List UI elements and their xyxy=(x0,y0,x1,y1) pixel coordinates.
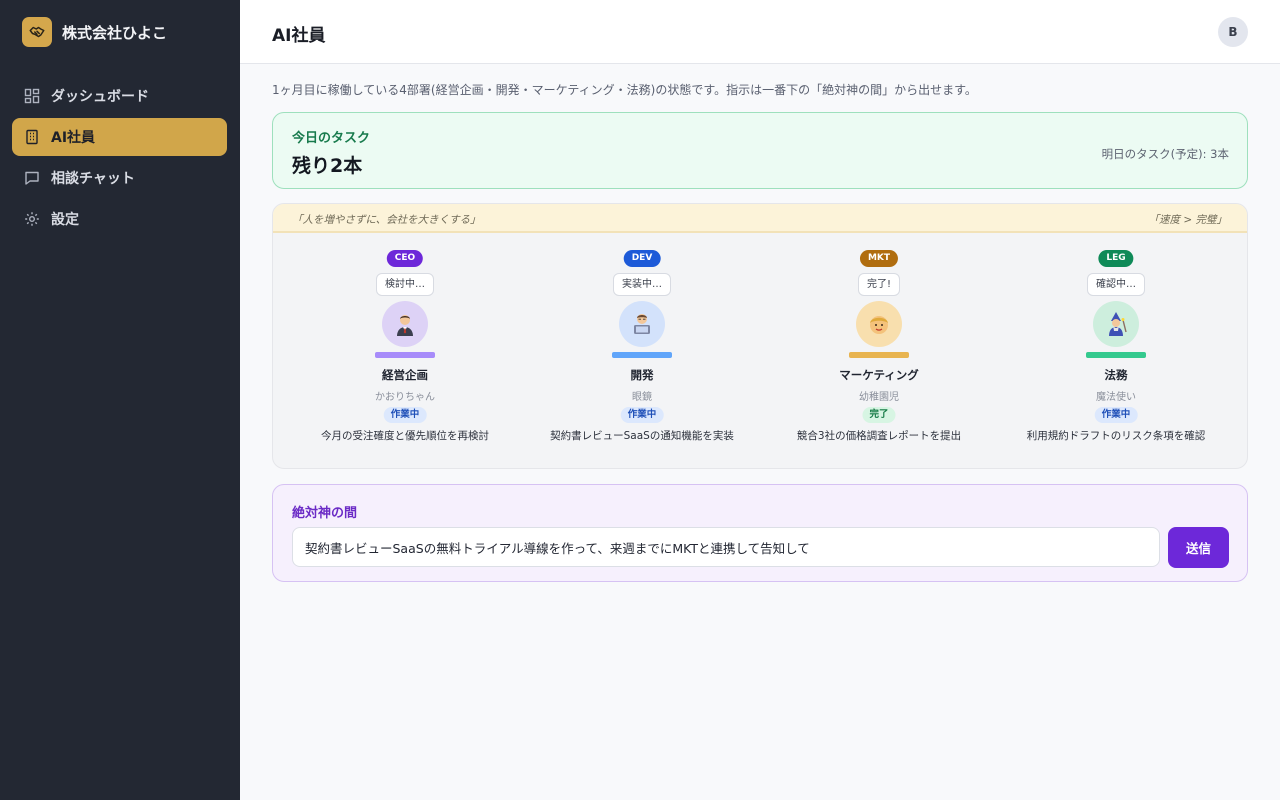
sidebar-item-label: 相談チャット xyxy=(51,171,135,187)
instruction-input[interactable] xyxy=(292,527,1160,567)
header: AI社員 B xyxy=(240,0,1280,64)
staff-task: 今月の受注確度と優先順位を再検討 xyxy=(321,430,489,442)
dashboard-icon xyxy=(24,88,40,104)
executive-avatar xyxy=(382,301,428,347)
role-badge: DEV xyxy=(623,250,661,267)
staff-task: 契約書レビューSaaSの通知機能を実装 xyxy=(550,430,734,442)
status-badge: 作業中 xyxy=(1094,407,1138,423)
department-name: 法務 xyxy=(1104,368,1128,382)
staff-row: CEO 検討中… 経営企画 かおりちゃん 作業中 今月の受注確度と優先順位を再検… xyxy=(273,233,1247,468)
sidebar-nav: ダッシュボード AI社員 相談チャット 設定 xyxy=(12,77,227,241)
tomorrow-task-count: 明日のタスク(予定): 3本 xyxy=(1101,147,1229,161)
send-button[interactable]: 送信 xyxy=(1168,527,1229,568)
speech-bubble: 実装中… xyxy=(613,273,671,296)
desk xyxy=(1086,352,1146,358)
staff-card-dev[interactable]: DEV 実装中… 開発 眼鏡 作業中 契約書レビューSaaSの通知機能を実装 xyxy=(532,233,752,468)
staff-nickname: 幼稚園児 xyxy=(859,392,899,403)
status-badge: 作業中 xyxy=(620,407,664,423)
gear-icon xyxy=(24,211,40,227)
building-icon xyxy=(24,129,40,145)
wizard-avatar xyxy=(1093,301,1139,347)
staff-task: 競合3社の価格調査レポートを提出 xyxy=(796,430,962,442)
intro-text: 1ヶ月目に稼働している4部署(経営企画・開発・マーケティング・法務)の状態です。… xyxy=(272,83,977,97)
motto-bar: 「人を増やさずに、会社を大きくする」 「速度 > 完璧」 xyxy=(273,204,1247,233)
motto-left: 「人を増やさずに、会社を大きくする」 xyxy=(292,214,481,226)
chat-icon xyxy=(24,170,40,186)
staff-nickname: 魔法使い xyxy=(1096,392,1136,403)
department-name: 経営企画 xyxy=(382,368,428,382)
department-name: マーケティング xyxy=(839,368,919,382)
today-task-label: 今日のタスク xyxy=(292,131,371,146)
sidebar-item-settings[interactable]: 設定 xyxy=(12,200,227,238)
status-badge: 作業中 xyxy=(383,407,427,423)
brand-name: 株式会社ひよこ xyxy=(62,23,168,42)
department-name: 開発 xyxy=(630,368,654,382)
office-floor: 「人を増やさずに、会社を大きくする」 「速度 > 完璧」 CEO 検討中… 経営… xyxy=(272,203,1248,469)
today-task-card: 今日のタスク 残り2本 明日のタスク(予定): 3本 xyxy=(272,112,1248,189)
status-badge: 完了 xyxy=(862,407,896,423)
role-badge: CEO xyxy=(386,250,424,267)
staff-card-mkt[interactable]: MKT 完了! マーケティング 幼稚園児 完了 競合3社の価格調査レポートを提出 xyxy=(769,233,989,468)
staff-card-leg[interactable]: LEG 確認中… 法務 魔法使い 作業中 利用規約ドラフトのリスク条項を確認 xyxy=(1006,233,1226,468)
handshake-icon xyxy=(22,17,52,47)
avatar[interactable]: B xyxy=(1218,17,1248,47)
staff-task: 利用規約ドラフトのリスク条項を確認 xyxy=(1026,430,1206,442)
staff-nickname: 眼鏡 xyxy=(632,392,652,403)
today-task-count: 残り2本 xyxy=(292,155,363,177)
god-room-title: 絶対神の間 xyxy=(292,506,358,521)
sidebar-item-label: 設定 xyxy=(51,212,79,228)
desk xyxy=(612,352,672,358)
god-room-panel: 絶対神の間 送信 xyxy=(272,484,1248,582)
staff-card-ceo[interactable]: CEO 検討中… 経営企画 かおりちゃん 作業中 今月の受注確度と優先順位を再検… xyxy=(295,233,515,468)
sidebar-item-ai-staff[interactable]: AI社員 xyxy=(12,118,227,156)
motto-right: 「速度 > 完璧」 xyxy=(1148,214,1227,226)
sidebar-item-label: ダッシュボード xyxy=(51,89,149,105)
sidebar-item-dashboard[interactable]: ダッシュボード xyxy=(12,77,227,115)
role-badge: LEG xyxy=(1098,250,1134,267)
desk xyxy=(375,352,435,358)
sidebar-item-label: AI社員 xyxy=(51,130,96,146)
child-avatar xyxy=(856,301,902,347)
role-badge: MKT xyxy=(859,250,899,267)
speech-bubble: 確認中… xyxy=(1087,273,1145,296)
sidebar: 株式会社ひよこ ダッシュボード AI社員 相談チャット 設定 xyxy=(0,0,240,800)
staff-nickname: かおりちゃん xyxy=(375,392,435,403)
page-title: AI社員 xyxy=(272,26,326,46)
brand[interactable]: 株式会社ひよこ xyxy=(22,17,167,47)
speech-bubble: 検討中… xyxy=(376,273,434,296)
sidebar-item-chat[interactable]: 相談チャット xyxy=(12,159,227,197)
desk xyxy=(849,352,909,358)
developer-avatar xyxy=(619,301,665,347)
main-content: 1ヶ月目に稼働している4部署(経営企画・開発・マーケティング・法務)の状態です。… xyxy=(272,64,1248,582)
speech-bubble: 完了! xyxy=(857,273,901,296)
